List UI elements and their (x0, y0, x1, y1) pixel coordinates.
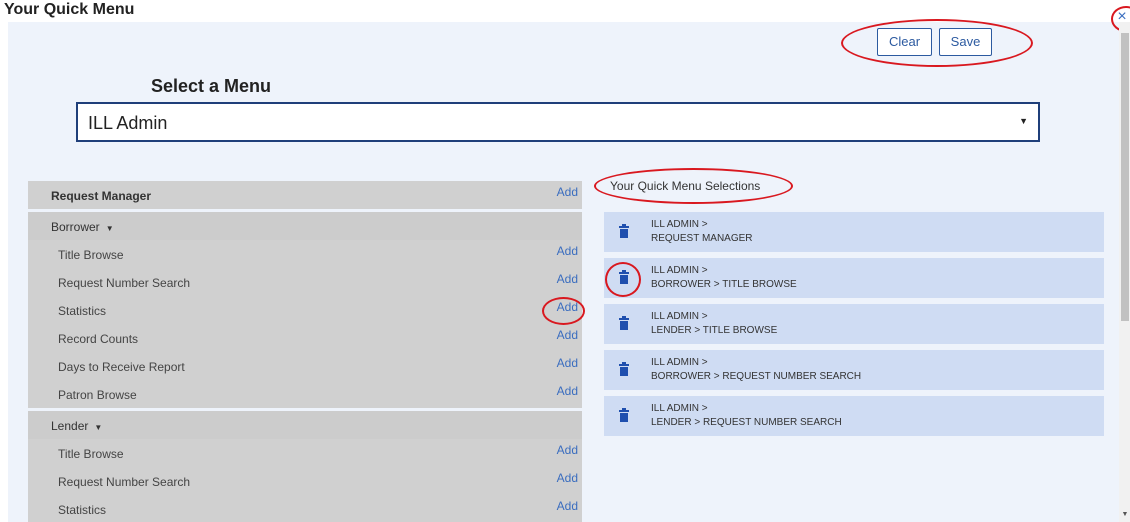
trash-icon[interactable] (619, 362, 629, 376)
add-link[interactable]: Add (557, 272, 578, 286)
annotation-circle-buttons (841, 19, 1033, 67)
selection-path-line1: ILL ADMIN > (651, 311, 708, 322)
selection-path-line2: LENDER > TITLE BROWSE (651, 325, 778, 336)
add-link[interactable]: Add (557, 356, 578, 370)
add-link[interactable]: Add (557, 384, 578, 398)
menu-row-label: Title Browse (58, 447, 124, 461)
menu-row-label: Patron Browse (58, 388, 137, 402)
selection-path-line2: BORROWER > TITLE BROWSE (651, 279, 797, 290)
menu-row-label: Days to Receive Report (58, 360, 185, 374)
selection-path-line1: ILL ADMIN > (651, 357, 708, 368)
selection-path-line2: BORROWER > REQUEST NUMBER SEARCH (651, 371, 862, 382)
selection-path-line2: LENDER > REQUEST NUMBER SEARCH (651, 417, 842, 428)
add-link[interactable]: Add (557, 471, 578, 485)
caret-down-icon[interactable]: ▼ (106, 224, 114, 233)
select-menu-label: Select a Menu (151, 76, 272, 96)
menu-row-label: Title Browse (58, 248, 124, 262)
scroll-down-icon[interactable]: ▼ (1121, 510, 1129, 520)
annotation-circle-trash (605, 262, 641, 297)
annotation-circle-add (542, 297, 585, 325)
menu-row: Days to Receive Report Add (28, 352, 582, 380)
add-link[interactable]: Add (557, 499, 578, 513)
menu-select[interactable]: ILL Admin ▼ (76, 102, 1040, 142)
selections-heading: Your Quick Menu Selections (610, 179, 761, 193)
menu-row: Request Manager Add (28, 181, 582, 209)
add-link[interactable]: Add (557, 328, 578, 342)
menu-row-label: Record Counts (58, 332, 139, 346)
menu-row-label: Request Number Search (58, 276, 191, 290)
menu-select-value: ILL Admin (88, 113, 168, 133)
add-link[interactable]: Add (557, 443, 578, 457)
selection-path-line1: ILL ADMIN > (651, 403, 708, 414)
menu-row: Lender ▼ (28, 411, 582, 439)
menu-row: Patron Browse Add (28, 380, 582, 408)
menu-row: Statistics Add (28, 296, 582, 324)
selection-item: ILL ADMIN > REQUEST MANAGER (604, 212, 1104, 252)
scrollbar-thumb[interactable] (1121, 33, 1129, 321)
selection-path-line1: ILL ADMIN > (651, 219, 708, 230)
menu-row-label: Request Manager (51, 189, 152, 203)
caret-down-icon[interactable]: ▼ (94, 423, 102, 432)
chevron-down-icon: ▼ (1019, 116, 1028, 126)
selection-item: ILL ADMIN > BORROWER > REQUEST NUMBER SEA… (604, 350, 1104, 390)
selection-item: ILL ADMIN > BORROWER > TITLE BROWSE (604, 258, 1104, 298)
trash-icon[interactable] (619, 316, 629, 330)
trash-icon[interactable] (619, 408, 629, 422)
selection-path-line1: ILL ADMIN > (651, 265, 708, 276)
menu-row-label[interactable]: Borrower ▼ (51, 220, 114, 234)
add-link[interactable]: Add (557, 244, 578, 258)
menu-row: Borrower ▼ (28, 212, 582, 240)
page-title: Your Quick Menu (4, 1, 135, 18)
menu-row: Title Browse Add (28, 240, 582, 268)
selection-path-line2: REQUEST MANAGER (651, 233, 753, 244)
menu-row: Record Counts Add (28, 324, 582, 352)
selection-item: ILL ADMIN > LENDER > TITLE BROWSE (604, 304, 1104, 344)
selections-list: ILL ADMIN > REQUEST MANAGER ILL ADMIN > BOR… (604, 212, 1104, 442)
menu-row: Statistics Add (28, 495, 582, 522)
menu-list: Request Manager Add Borrower ▼ Title Browse A… (28, 181, 582, 522)
quick-menu-dialog: Your Quick Menu × ▼ Clear Save Select a … (0, 0, 1130, 522)
add-link[interactable]: Add (557, 185, 578, 199)
menu-row: Request Number Search Add (28, 268, 582, 296)
selection-item: ILL ADMIN > LENDER > REQUEST NUMBER SEARC… (604, 396, 1104, 436)
menu-row: Title Browse Add (28, 439, 582, 467)
menu-row-label: Request Number Search (58, 475, 191, 489)
menu-row: Request Number Search Add (28, 467, 582, 495)
menu-row-label[interactable]: Lender ▼ (51, 419, 102, 433)
menu-row-label: Statistics (58, 304, 107, 318)
menu-row-label: Statistics (58, 503, 107, 517)
trash-icon[interactable] (619, 224, 629, 238)
